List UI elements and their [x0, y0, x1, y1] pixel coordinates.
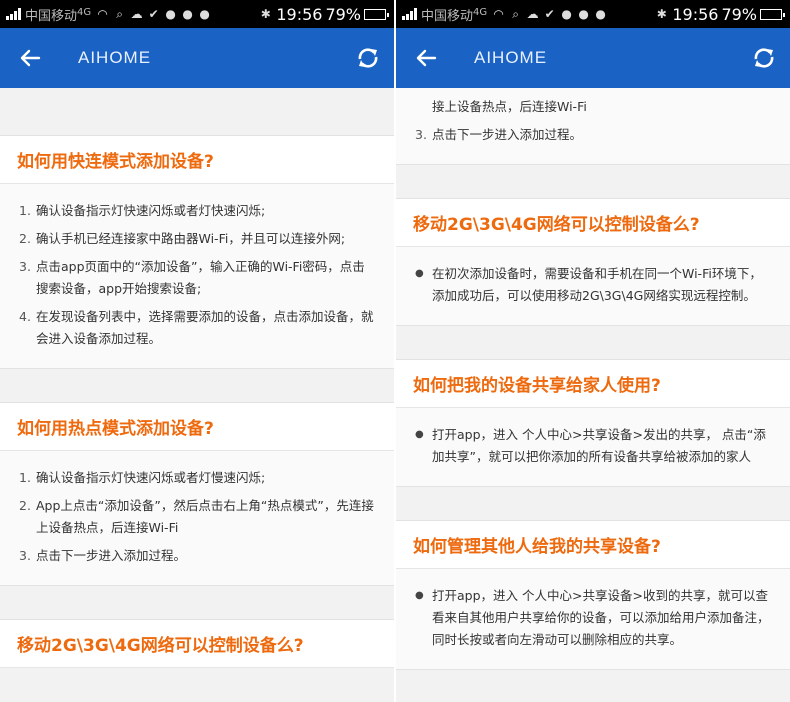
list-item: ● 打开app，进入 个人中心>共享设备>收到的共享，就可以查看来自其他用户共享给… — [415, 588, 770, 647]
arrow-left-icon — [20, 49, 41, 67]
network-type: 4G — [77, 6, 92, 18]
battery-percent: 79% — [325, 4, 361, 24]
list-item: ● 打开app，进入 个人中心>共享设备>发出的共享， 点击“添加共享”，就可以把… — [415, 427, 766, 464]
question-title: 如何把我的设备共享给家人使用? — [413, 376, 661, 396]
battery-icon — [760, 8, 785, 20]
app-bar: AIHOME — [0, 28, 394, 88]
section-spacer — [396, 487, 790, 521]
wechat-icon: ● — [595, 7, 606, 21]
left-screen: 中国移动 4G ◠ ⌕ ☁ ✔ ● ● ● ✱ 19:56 79% AIHOME — [0, 0, 394, 702]
battery-icon — [364, 8, 389, 20]
refresh-icon — [358, 48, 378, 68]
wechat-icon: ● — [578, 7, 589, 21]
status-bar: 中国移动 4G ◠ ⌕ ☁ ✔ ● ● ● ✱ 19:56 79% — [0, 0, 394, 28]
faq-question[interactable]: 如何用热点模式添加设备? — [0, 403, 394, 451]
faq-list[interactable]: 如何用快连模式添加设备? 1. 确认设备指示灯快速闪烁或者灯快速闪烁; 2. 确认手… — [0, 88, 394, 702]
network-type: 4G — [473, 6, 488, 18]
list-item: 2. 确认手机已经连接家中路由器Wi-Fi，并且可以连接外网; — [19, 231, 346, 246]
signal-icon — [6, 8, 21, 20]
wechat-icon: ● — [199, 7, 210, 21]
section-spacer — [0, 88, 394, 136]
battery-percent: 79% — [721, 4, 757, 24]
wifi-icon: ◠ — [97, 7, 108, 21]
search-icon: ⌕ — [512, 6, 519, 21]
section-spacer — [396, 326, 790, 360]
faq-question[interactable]: 如何把我的设备共享给家人使用? — [396, 360, 790, 408]
wechat-icon: ● — [182, 7, 193, 21]
faq-answer: ● 打开app，进入 个人中心>共享设备>发出的共享， 点击“添加共享”，就可以把… — [396, 408, 790, 487]
arrow-left-icon — [416, 49, 437, 67]
back-button[interactable] — [0, 28, 60, 88]
question-title: 移动2G\3G\4G网络可以控制设备么? — [413, 215, 700, 235]
cloud-icon: ☁ — [130, 7, 143, 21]
bluetooth-icon: ✱ — [260, 7, 271, 21]
page-title: AIHOME — [78, 48, 152, 67]
section-spacer — [0, 586, 394, 620]
wechat-icon: ● — [561, 7, 572, 21]
back-button[interactable] — [396, 28, 456, 88]
faq-answer: 1. 确认设备指示灯快速闪烁或者灯快速闪烁; 2. 确认手机已经连接家中路由器Wi-… — [0, 184, 394, 369]
refresh-icon — [754, 48, 774, 68]
list-item: 3. 点击下一步进入添加过程。 — [415, 127, 583, 142]
shield-check-icon: ✔ — [148, 7, 159, 21]
faq-question[interactable]: 如何管理其他人给我的共享设备? — [396, 521, 790, 569]
status-bar: 中国移动 4G ◠ ⌕ ☁ ✔ ● ● ● ✱ 19:56 79% — [396, 0, 790, 28]
list-item: ● 在初次添加设备时，需要设备和手机在同一个Wi-Fi环境下，添加成功后，可以使用… — [415, 266, 762, 303]
app-bar: AIHOME — [396, 28, 790, 88]
carrier-name: 中国移动 — [25, 8, 78, 24]
section-spacer — [396, 165, 790, 199]
right-screen: 中国移动 4G ◠ ⌕ ☁ ✔ ● ● ● ✱ 19:56 79% AIHOME — [396, 0, 790, 702]
list-item: 4. 在发现设备列表中，选择需要添加的设备，点击添加设备，就会进入设备添加过程。 — [19, 309, 374, 346]
list-item: 接上设备热点，后连接Wi-Fi — [432, 99, 587, 114]
list-item: 1. 确认设备指示灯快速闪烁或者灯快速闪烁; — [19, 203, 266, 218]
list-item: 3. 点击下一步进入添加过程。 — [19, 548, 187, 563]
list-item: 3. 点击app页面中的“添加设备”，输入正确的Wi-Fi密码，点击搜索设备，ap… — [19, 259, 365, 296]
refresh-button[interactable] — [750, 44, 778, 72]
faq-question[interactable]: 移动2G\3G\4G网络可以控制设备么? — [0, 620, 394, 668]
faq-question[interactable]: 移动2G\3G\4G网络可以控制设备么? — [396, 199, 790, 247]
question-title: 如何用热点模式添加设备? — [17, 419, 214, 439]
section-spacer — [0, 369, 394, 403]
clock: 19:56 — [672, 4, 719, 24]
faq-answer: 接上设备热点，后连接Wi-Fi 3. 点击下一步进入添加过程。 — [396, 88, 790, 165]
page-title: AIHOME — [474, 48, 548, 67]
faq-list[interactable]: 接上设备热点，后连接Wi-Fi 3. 点击下一步进入添加过程。 移动2G\3G\4… — [396, 88, 790, 702]
clock: 19:56 — [276, 4, 323, 24]
list-item: 1. 确认设备指示灯快速闪烁或者灯慢速闪烁; — [19, 470, 266, 485]
faq-question[interactable]: 如何用快连模式添加设备? — [0, 136, 394, 184]
wifi-icon: ◠ — [493, 7, 504, 21]
question-title: 如何管理其他人给我的共享设备? — [413, 537, 661, 557]
shield-check-icon: ✔ — [544, 7, 555, 21]
faq-answer: 1. 确认设备指示灯快速闪烁或者灯慢速闪烁; 2. App上点击“添加设备”，然后点… — [0, 451, 394, 586]
carrier-name: 中国移动 — [421, 8, 474, 24]
search-icon: ⌕ — [116, 6, 123, 21]
refresh-button[interactable] — [354, 44, 382, 72]
list-item: 2. App上点击“添加设备”，然后点击右上角“热点模式”，先连接上设备热点，后连… — [19, 498, 374, 535]
signal-icon — [402, 8, 417, 20]
wechat-icon: ● — [165, 7, 176, 21]
question-title: 移动2G\3G\4G网络可以控制设备么? — [17, 636, 304, 656]
bluetooth-icon: ✱ — [656, 7, 667, 21]
faq-answer: ● 在初次添加设备时，需要设备和手机在同一个Wi-Fi环境下，添加成功后，可以使用… — [396, 247, 790, 326]
faq-answer: ● 打开app，进入 个人中心>共享设备>收到的共享，就可以查看来自其他用户共享给… — [396, 569, 790, 670]
cloud-icon: ☁ — [526, 7, 539, 21]
question-title: 如何用快连模式添加设备? — [17, 152, 214, 172]
